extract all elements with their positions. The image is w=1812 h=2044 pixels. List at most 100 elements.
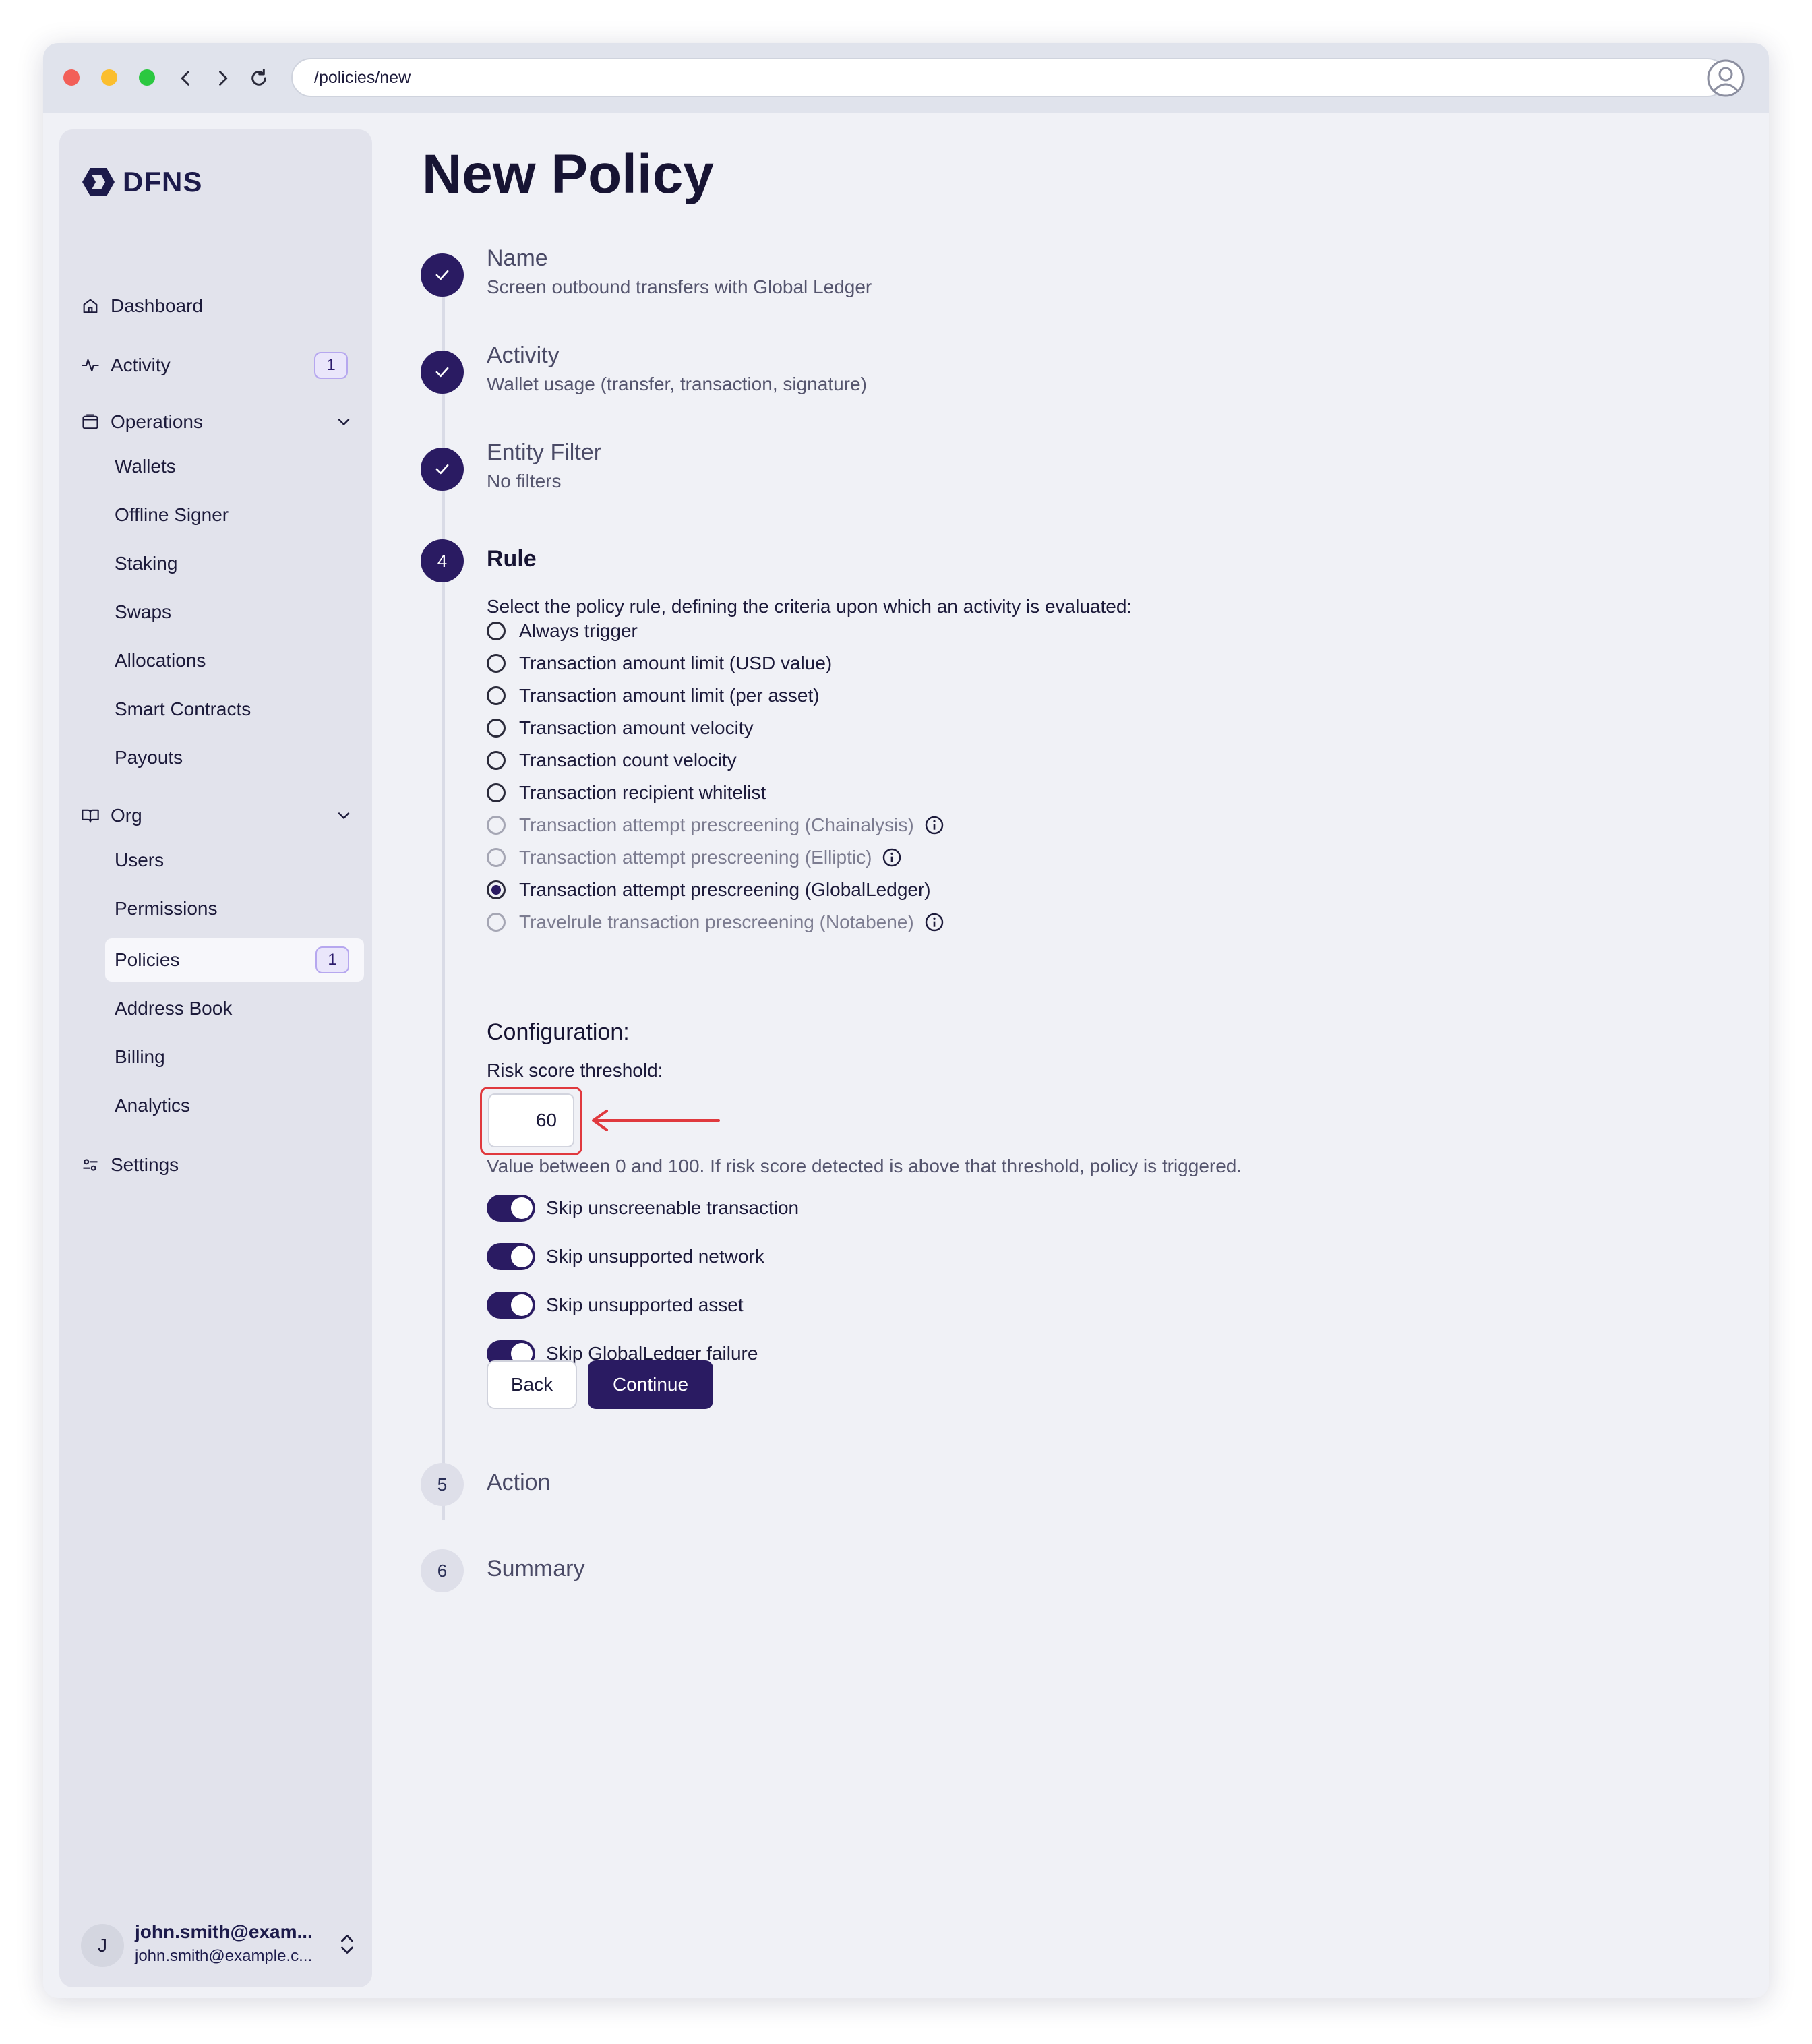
toggle-label: Skip unsupported asset: [546, 1294, 744, 1315]
back-nav-button[interactable]: [170, 62, 202, 94]
check-icon: [435, 367, 449, 378]
reload-button[interactable]: [243, 62, 275, 94]
step-1-complete-indicator: [421, 253, 464, 297]
browser-window: /policies/new DFNS Dashboard Activity 1 …: [43, 43, 1769, 1998]
reload-icon: [251, 68, 266, 86]
radio-label: Transaction attempt prescreening (Global…: [519, 879, 931, 900]
sidebar-item-label: Operations: [111, 411, 203, 432]
sidebar-item-policies[interactable]: Policies: [115, 946, 179, 973]
chevron-right-icon: [219, 71, 228, 86]
minimize-window-button[interactable]: [101, 69, 117, 86]
step-4-title: Rule: [487, 546, 537, 572]
check-icon: [435, 464, 449, 475]
radio-label: Transaction attempt prescreening (Ellipt…: [519, 847, 872, 868]
rule-option-travelrule-notabene: Travelrule transaction prescreening (Not…: [487, 909, 945, 936]
sidebar-item-offline-signer[interactable]: Offline Signer: [115, 502, 229, 529]
step-2-title[interactable]: Activity: [487, 342, 560, 369]
chevron-down-icon[interactable]: [334, 806, 353, 825]
settings-sliders-icon: [83, 1159, 98, 1171]
rule-option-prescreening-elliptic: Transaction attempt prescreening (Ellipt…: [487, 844, 903, 871]
close-window-button[interactable]: [63, 69, 80, 86]
radio-button[interactable]: [487, 622, 506, 640]
browser-profile-button[interactable]: [1705, 58, 1746, 98]
rule-option-prescreening-chainalysis: Transaction attempt prescreening (Chaina…: [487, 812, 945, 839]
chevron-down-icon[interactable]: [334, 413, 353, 431]
user-profile-icon: [1707, 59, 1745, 97]
step-6-title: Summary: [487, 1556, 585, 1582]
rule-option-amount-limit-asset[interactable]: Transaction amount limit (per asset): [487, 682, 820, 709]
sidebar-item-activity[interactable]: Activity: [81, 352, 171, 379]
user-account-menu[interactable]: J john.smith@exam... john.smith@example.…: [81, 1921, 364, 1968]
step-1-title[interactable]: Name: [487, 245, 548, 272]
sidebar-item-label: Activity: [111, 355, 171, 375]
sidebar-item-operations[interactable]: Operations: [81, 409, 203, 435]
radio-label: Transaction attempt prescreening (Chaina…: [519, 814, 914, 835]
sidebar-item-settings[interactable]: Settings: [81, 1151, 179, 1178]
sidebar-item-wallets[interactable]: Wallets: [115, 453, 176, 480]
page-title: New Policy: [422, 144, 714, 205]
rule-option-count-velocity[interactable]: Transaction count velocity: [487, 747, 737, 774]
radio-button[interactable]: [487, 686, 506, 705]
sidebar-item-allocations[interactable]: Allocations: [115, 647, 206, 674]
sidebar-item-swaps[interactable]: Swaps: [115, 599, 171, 626]
radio-button[interactable]: [487, 654, 506, 673]
sidebar-item-dashboard[interactable]: Dashboard: [81, 293, 203, 320]
radio-label: Transaction recipient whitelist: [519, 782, 766, 803]
radio-button: [487, 913, 506, 932]
toggle-row-skip-asset[interactable]: Skip unsupported asset: [487, 1290, 744, 1320]
home-icon: [83, 299, 98, 313]
risk-score-threshold-input[interactable]: [488, 1093, 574, 1147]
rule-option-prescreening-globalledger[interactable]: Transaction attempt prescreening (Global…: [487, 876, 931, 903]
sidebar-item-address-book[interactable]: Address Book: [115, 995, 232, 1022]
step-4-current-indicator: 4: [421, 539, 464, 582]
sidebar-item-org[interactable]: Org: [81, 802, 142, 829]
radio-button[interactable]: [487, 783, 506, 802]
toggle-row-skip-network[interactable]: Skip unsupported network: [487, 1242, 764, 1271]
step-1-subtitle: Screen outbound transfers with Global Le…: [487, 276, 872, 297]
dfns-logo[interactable]: DFNS: [81, 164, 202, 200]
step-3-complete-indicator: [421, 448, 464, 491]
sidebar-item-staking[interactable]: Staking: [115, 550, 177, 577]
risk-score-label: Risk score threshold:: [487, 1060, 663, 1081]
rule-option-amount-velocity[interactable]: Transaction amount velocity: [487, 715, 754, 742]
back-button[interactable]: Back: [487, 1360, 577, 1409]
forward-nav-button[interactable]: [206, 62, 239, 94]
dfns-logo-icon: [82, 168, 115, 196]
toggle-switch[interactable]: [487, 1195, 535, 1222]
rule-prompt: Select the policy rule, defining the cri…: [487, 596, 1132, 617]
sidebar-item-smart-contracts[interactable]: Smart Contracts: [115, 696, 251, 723]
sidebar-item-permissions[interactable]: Permissions: [115, 895, 217, 922]
sidebar-item-analytics[interactable]: Analytics: [115, 1092, 190, 1119]
radio-button-selected[interactable]: [487, 880, 506, 899]
radio-button: [487, 816, 506, 835]
sidebar-item-label: Settings: [111, 1154, 179, 1175]
toggle-switch[interactable]: [487, 1292, 535, 1319]
info-icon[interactable]: [924, 814, 945, 836]
rule-option-amount-limit-usd[interactable]: Transaction amount limit (USD value): [487, 650, 832, 677]
radio-button[interactable]: [487, 751, 506, 770]
continue-button[interactable]: Continue: [588, 1360, 713, 1409]
info-icon[interactable]: [924, 911, 945, 933]
radio-button[interactable]: [487, 719, 506, 738]
sidebar-item-billing[interactable]: Billing: [115, 1044, 165, 1071]
toggle-row-skip-unscreenable[interactable]: Skip unscreenable transaction: [487, 1193, 799, 1223]
step-5-title: Action: [487, 1470, 551, 1495]
url-bar[interactable]: /policies/new: [291, 58, 1727, 97]
logo-text: DFNS: [123, 166, 203, 198]
toggle-label: Skip unscreenable transaction: [546, 1197, 799, 1218]
radio-label: Transaction amount velocity: [519, 717, 754, 738]
sidebar-item-users[interactable]: Users: [115, 847, 164, 874]
rule-option-recipient-whitelist[interactable]: Transaction recipient whitelist: [487, 779, 766, 806]
step-3-title[interactable]: Entity Filter: [487, 440, 601, 466]
chevron-up-down-icon: [341, 1935, 353, 1954]
info-icon[interactable]: [881, 847, 903, 868]
avatar: J: [81, 1924, 124, 1967]
radio-button: [487, 848, 506, 867]
user-name: john.smith@exam...: [135, 1921, 313, 1942]
maximize-window-button[interactable]: [139, 69, 155, 86]
toggle-switch[interactable]: [487, 1243, 535, 1270]
sidebar-item-payouts[interactable]: Payouts: [115, 744, 183, 771]
chevron-left-icon: [181, 71, 189, 86]
rule-option-always-trigger[interactable]: Always trigger: [487, 618, 638, 644]
step-2-subtitle: Wallet usage (transfer, transaction, sig…: [487, 373, 867, 394]
